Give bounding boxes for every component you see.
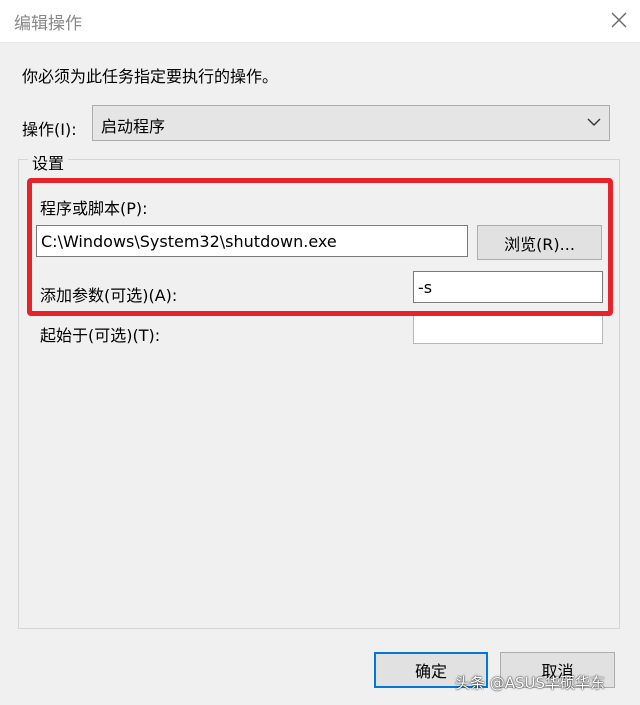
window-title: 编辑操作: [14, 14, 82, 34]
instruction-text: 你必须为此任务指定要执行的操作。: [22, 67, 279, 86]
settings-legend: 设置: [28, 150, 69, 174]
args-label: 添加参数(可选)(A):: [40, 286, 178, 305]
start-in-label: 起始于(可选)(T):: [40, 326, 161, 345]
program-label: 程序或脚本(P):: [40, 199, 148, 218]
title-bar: 编辑操作: [0, 0, 640, 42]
close-button[interactable]: [598, 0, 640, 42]
title-divider: [0, 42, 640, 43]
chevron-down-icon: [587, 118, 601, 126]
action-select[interactable]: 启动程序: [92, 105, 610, 141]
action-select-value: 启动程序: [101, 117, 166, 136]
action-label: 操作(I):: [22, 120, 77, 139]
close-icon: [611, 12, 627, 28]
args-input[interactable]: -s: [413, 271, 603, 303]
program-input[interactable]: C:\Windows\System32\shutdown.exe: [36, 225, 468, 257]
start-in-input[interactable]: [413, 315, 603, 344]
browse-button[interactable]: 浏览(R)...: [477, 225, 602, 260]
watermark: 头条 @ASUS华硕华东: [455, 674, 606, 692]
